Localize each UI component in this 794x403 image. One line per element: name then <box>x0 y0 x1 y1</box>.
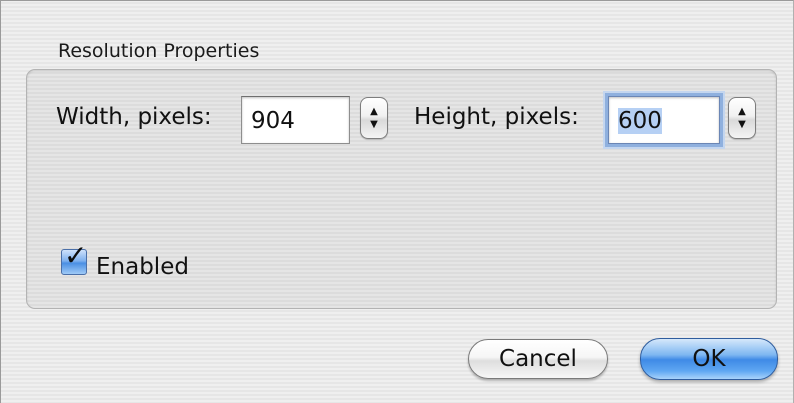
height-value-selected-rest: 00 <box>632 108 662 134</box>
height-stepper[interactable]: ▲ ▼ <box>728 97 756 139</box>
width-label: Width, pixels: <box>56 104 212 130</box>
width-field[interactable]: 904 <box>241 96 350 144</box>
enabled-checkbox[interactable]: ✓ <box>61 241 87 275</box>
height-value: 600 <box>618 106 662 136</box>
cancel-button[interactable]: Cancel <box>468 339 608 379</box>
stepper-up-icon[interactable]: ▲ <box>361 107 387 117</box>
checkmark-icon: ✓ <box>64 239 88 272</box>
stepper-up-icon[interactable]: ▲ <box>729 107 755 117</box>
ok-button[interactable]: OK <box>640 338 778 380</box>
stepper-down-icon[interactable]: ▼ <box>361 120 387 130</box>
enabled-label[interactable]: Enabled <box>96 252 189 282</box>
height-label: Height, pixels: <box>414 104 579 130</box>
width-stepper[interactable]: ▲ ▼ <box>360 97 388 139</box>
height-field[interactable]: 600 <box>608 96 720 144</box>
height-value-selected-first: 6 <box>618 108 633 134</box>
group-title: Resolution Properties <box>58 40 260 62</box>
width-value: 904 <box>251 108 295 134</box>
stepper-down-icon[interactable]: ▼ <box>729 120 755 130</box>
